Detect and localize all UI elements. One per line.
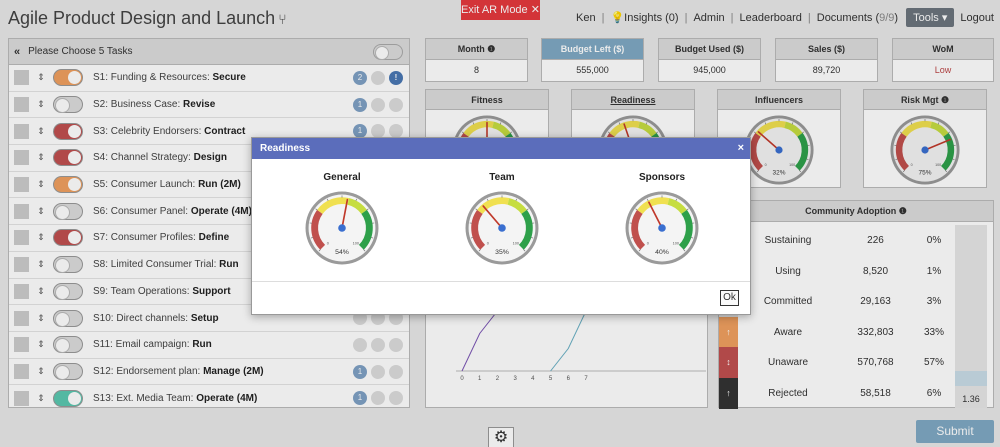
general-gauge-group: General 0 100 54% [287, 172, 397, 269]
gauge-max-label: 100 [673, 242, 679, 246]
modal-footer: Ok [252, 281, 750, 315]
gauge-min-label: 0 [487, 242, 489, 246]
gauge-max-label: 100 [513, 242, 519, 246]
ok-button[interactable]: Ok [720, 290, 739, 306]
close-icon[interactable]: × [738, 138, 744, 159]
sponsors-gauge: 0 100 40% [625, 191, 699, 265]
gauge-min-label: 0 [647, 242, 649, 246]
gauge-title: General [323, 172, 361, 183]
gauge-value: 40% [655, 249, 669, 256]
gauge-value: 54% [335, 249, 349, 256]
gauge-title: Sponsors [638, 172, 686, 183]
gauge-value: 35% [495, 249, 509, 256]
team-gauge-group: Team 0 100 35% [447, 172, 557, 269]
gauge-min-label: 0 [327, 242, 329, 246]
modal-header: Readiness × [252, 138, 750, 159]
team-gauge: 0 100 35% [465, 191, 539, 265]
gauge-hub [338, 224, 346, 232]
modal-title: Readiness [260, 143, 311, 154]
modal-gauges: General 0 100 54% Team 0 100 35% Sponsors 0 1… [252, 172, 752, 277]
sponsors-gauge-group: Sponsors 0 100 40% [607, 172, 717, 269]
readiness-modal: Readiness × General 0 100 54% Team 0 100 35%… [251, 137, 751, 315]
general-gauge: 0 100 54% [305, 191, 379, 265]
gauge-hub [658, 224, 666, 232]
gauge-title: Team [489, 172, 515, 183]
gauge-max-label: 100 [353, 242, 359, 246]
gauge-hub [498, 224, 506, 232]
